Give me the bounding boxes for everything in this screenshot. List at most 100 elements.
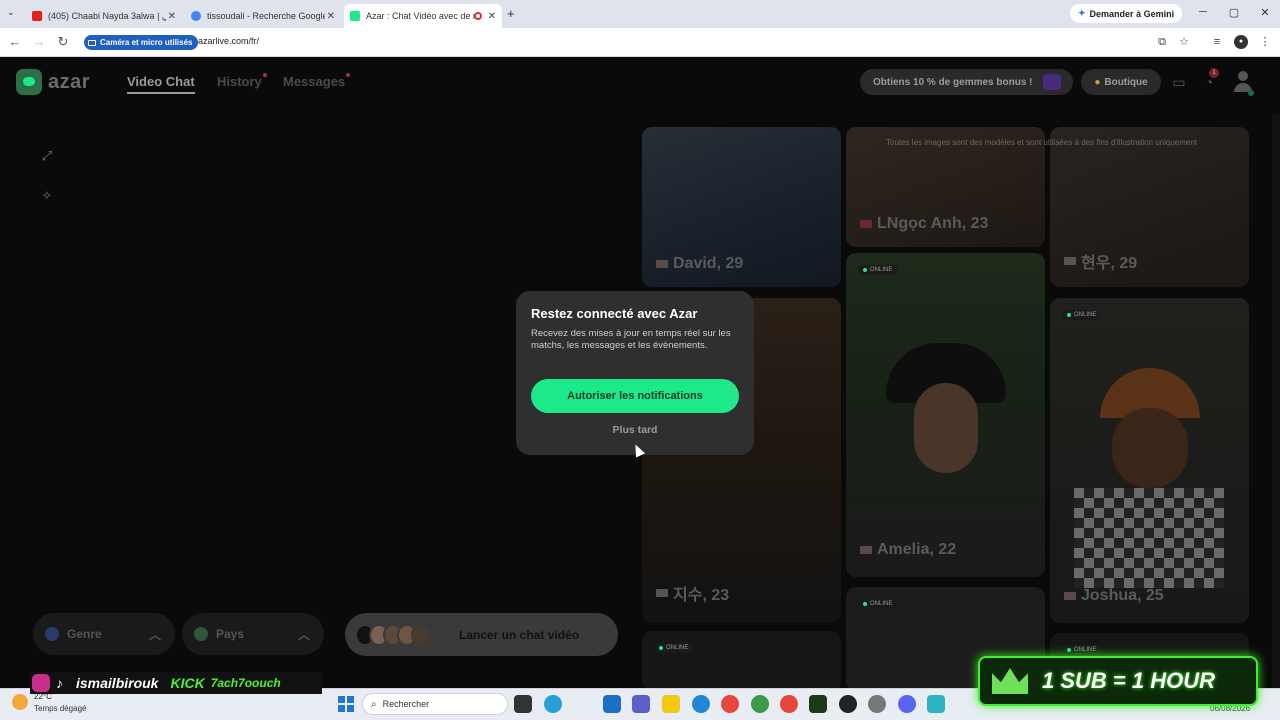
search-icon: ⌕ — [371, 698, 377, 710]
gift-icon — [1043, 74, 1061, 90]
discord-icon[interactable] — [898, 695, 916, 713]
inbox-icon[interactable]: ▭ — [1170, 73, 1188, 91]
browser-menu-icon[interactable]: ⋮ — [1258, 35, 1272, 49]
task-view-icon[interactable] — [514, 695, 532, 713]
tab-title: tissoudali - Recherche Google — [207, 11, 325, 21]
profile-card[interactable]: ONLINE Amelia, 22 — [846, 253, 1045, 577]
obs-icon[interactable] — [839, 695, 857, 713]
page-scrollbar[interactable] — [1272, 114, 1280, 688]
address-bar[interactable]: azarlive.com/fr/ — [198, 36, 259, 46]
card-name: LNgọc Anh, 23 — [877, 215, 989, 232]
kick-label: KICK — [170, 675, 205, 691]
disclaimer-text: Toutes les images sont des modèles et so… — [886, 138, 1198, 147]
allow-notifications-button[interactable]: Autoriser les notifications — [531, 379, 739, 413]
gender-icon — [45, 627, 59, 641]
settings-gear-icon[interactable] — [868, 695, 886, 713]
profile-card[interactable]: David, 29 — [642, 127, 841, 287]
close-window-button[interactable]: ✕ — [1255, 6, 1275, 19]
country-filter[interactable]: Pays ︿ — [182, 613, 324, 655]
gem-icon: ● — [1094, 76, 1101, 88]
reload-icon[interactable]: ↻ — [54, 34, 72, 50]
profile-photo-face — [1112, 408, 1188, 488]
streamer-overlay: ♪ ismailbirouk KICK 7ach7oouch — [30, 672, 322, 694]
messages-notification-dot — [346, 73, 350, 77]
online-badge: ONLINE — [858, 265, 898, 275]
us-flag-icon — [860, 546, 872, 554]
kr-flag-icon — [1064, 257, 1076, 265]
tab-azar[interactable]: Azar : Chat Vidéo avec de n ✕ — [344, 4, 502, 28]
magic-filter-icon[interactable]: ✧ — [39, 188, 55, 204]
expand-view-icon[interactable]: ⤢ — [39, 148, 55, 164]
nav-video-chat[interactable]: Video Chat — [127, 74, 195, 94]
notification-permission-dialog: Restez connecté avec Azar Recevez des mi… — [516, 291, 754, 455]
notification-count-badge: 1 — [1209, 68, 1219, 78]
gemini-sparkle-icon: ✦ — [1078, 8, 1086, 18]
reading-list-icon[interactable]: ≡ — [1210, 35, 1224, 49]
outlook-icon[interactable] — [603, 695, 621, 713]
online-badge: ONLINE — [1062, 310, 1102, 320]
tiktok-icon: ♪ — [56, 675, 63, 691]
profile-card[interactable]: 현우, 29 — [1050, 127, 1249, 287]
vn-flag-icon — [860, 220, 872, 228]
nav-history[interactable]: History — [217, 74, 262, 89]
launch-video-chat-button[interactable]: Lancer un chat vidéo — [345, 613, 618, 656]
gender-filter[interactable]: Genre ︿ — [33, 613, 175, 655]
maximize-window-button[interactable]: ▢ — [1224, 6, 1244, 19]
online-badge: ONLINE — [1062, 645, 1102, 655]
close-tab-icon[interactable]: ✕ — [168, 11, 176, 22]
gems-promo-button[interactable]: Obtiens 10 % de gemmes bonus ! — [860, 69, 1073, 95]
google-favicon-icon — [191, 11, 201, 21]
gender-label: Genre — [67, 627, 102, 641]
install-app-icon[interactable]: ⧉ — [1155, 35, 1169, 49]
browser-tab-strip: ⌄ (405) Chaabi Nayda 3alwa | شعبي ✕ tiss… — [0, 0, 1280, 28]
bookmark-star-icon[interactable]: ☆ — [1177, 35, 1191, 49]
gems-promo-label: Obtiens 10 % de gemmes bonus ! — [873, 76, 1033, 88]
profile-card[interactable]: ONLINE Joshua, 25 — [1050, 298, 1249, 623]
windows-start-icon[interactable] — [338, 696, 354, 712]
chrome-profile-icon[interactable] — [751, 695, 769, 713]
forward-arrow-icon[interactable]: → — [30, 34, 48, 49]
new-tab-button[interactable]: + — [507, 6, 515, 21]
chevron-up-icon: ︿ — [148, 627, 161, 642]
chrome-window-icon[interactable] — [780, 695, 798, 713]
camera-mic-in-use-chip[interactable]: Caméra et micro utilisés — [84, 35, 199, 50]
launch-label: Lancer un chat vidéo — [459, 627, 580, 642]
close-tab-icon[interactable]: ✕ — [488, 11, 496, 22]
azar-logo[interactable]: azar — [16, 69, 90, 95]
tab-title: (405) Chaabi Nayda 3alwa | شعبي — [48, 10, 166, 21]
logo-text: azar — [48, 70, 91, 93]
later-button[interactable]: Plus tard — [531, 424, 739, 436]
close-tab-icon[interactable]: ✕ — [327, 11, 335, 22]
profile-avatar-icon[interactable]: ● — [1234, 35, 1248, 49]
edge-icon[interactable] — [692, 695, 710, 713]
online-badge: ONLINE — [654, 643, 694, 653]
shop-label: Boutique — [1104, 76, 1148, 88]
us-flag-icon — [1064, 592, 1076, 600]
streaming-app-icon[interactable] — [809, 695, 827, 713]
profile-card[interactable]: ONLINE — [642, 631, 841, 688]
telegram-icon[interactable] — [544, 695, 562, 713]
back-arrow-icon[interactable]: ← — [6, 34, 24, 49]
sub-banner-text: 1 SUB = 1 HOUR — [1042, 668, 1215, 693]
gemini-button[interactable]: ✦ Demander à Gemini — [1070, 4, 1183, 23]
taskbar-search-input[interactable]: ⌕ Rechercher — [362, 693, 508, 715]
weather-sun-icon[interactable] — [12, 694, 28, 710]
shop-button[interactable]: ● Boutique — [1081, 69, 1161, 95]
app-icon[interactable] — [927, 695, 945, 713]
teams-icon[interactable] — [632, 695, 650, 713]
dialog-body: Recevez des mises à jour en temps réel s… — [531, 328, 731, 351]
minimize-window-button[interactable]: ─ — [1193, 6, 1213, 18]
crown-icon — [992, 668, 1028, 694]
chrome-icon[interactable] — [721, 695, 739, 713]
kick-username: 7ach7oouch — [210, 676, 281, 690]
weather-description: Temps dégagé — [34, 704, 87, 713]
tab-search-dropdown-icon[interactable]: ⌄ — [7, 7, 15, 18]
tab-youtube[interactable]: (405) Chaabi Nayda 3alwa | شعبي ✕ — [26, 4, 182, 28]
azar-favicon-icon — [350, 11, 360, 21]
file-explorer-icon[interactable] — [662, 695, 680, 713]
azar-logo-icon — [16, 69, 42, 95]
tab-google-search[interactable]: tissoudali - Recherche Google ✕ — [185, 4, 341, 28]
online-status-dot — [1248, 90, 1254, 96]
nav-messages[interactable]: Messages — [283, 74, 345, 89]
chevron-up-icon: ︿ — [297, 627, 310, 642]
